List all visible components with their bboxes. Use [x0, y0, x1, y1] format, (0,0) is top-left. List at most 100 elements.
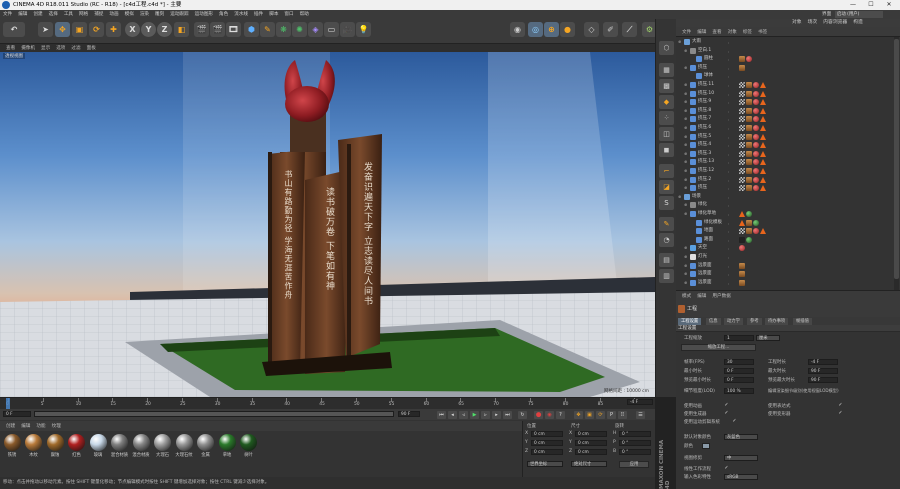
tri-tag-icon[interactable]	[760, 142, 766, 149]
material-swatch[interactable]: 红色	[68, 434, 86, 464]
expand-icon[interactable]: ⊕	[684, 253, 688, 259]
visibility-dots[interactable]: :	[728, 211, 732, 217]
object-manager-tab[interactable]: 内容浏览器	[823, 20, 847, 25]
object-row[interactable]: 地面:	[676, 227, 886, 235]
menu-item[interactable]: 窗口	[281, 10, 296, 19]
menu-item[interactable]: 运动跟踪	[167, 10, 191, 19]
sphere-tag-icon[interactable]	[753, 168, 759, 174]
wood-tag-icon[interactable]	[746, 90, 752, 97]
recent-tool-button[interactable]: ✚	[106, 22, 121, 37]
apply-button[interactable]: 应用	[619, 461, 649, 468]
use-generators-checkbox[interactable]: ✓	[724, 411, 729, 416]
sphere-tag-icon[interactable]	[753, 185, 759, 192]
object-manager-tab[interactable]: 场次	[808, 20, 818, 25]
visibility-dots[interactable]: :	[728, 185, 732, 191]
axis-lock-button[interactable]: ⊕	[544, 22, 559, 37]
play-button[interactable]: ▶	[470, 411, 479, 419]
tri-tag-icon[interactable]	[760, 99, 766, 106]
check-tag-icon[interactable]	[739, 150, 745, 157]
coord-field[interactable]: 0 cm	[531, 449, 563, 455]
make-editable-button[interactable]: ⬡	[659, 41, 674, 55]
visibility-dots[interactable]: :	[728, 263, 732, 269]
coord-field[interactable]: 0 °	[619, 431, 651, 437]
wood-tag-icon[interactable]	[739, 56, 745, 63]
tri-tag-icon[interactable]	[760, 133, 766, 140]
green-tag-icon[interactable]	[753, 219, 759, 226]
expand-icon[interactable]: ⊕	[684, 158, 688, 164]
workplane-button[interactable]: ◎	[528, 22, 543, 37]
tri-tag-icon[interactable]	[739, 219, 745, 226]
expand-icon[interactable]	[690, 55, 694, 61]
check-tag-icon[interactable]	[739, 159, 745, 166]
tri-tag-icon[interactable]	[760, 168, 766, 174]
visibility-dots[interactable]: :	[728, 254, 732, 260]
wood-tag-icon[interactable]	[746, 125, 752, 131]
material-swatch[interactable]: 混合材质	[132, 434, 150, 464]
linear-workflow-checkbox[interactable]: ✓	[724, 466, 729, 471]
sphere-tag-icon[interactable]	[753, 133, 759, 140]
key-param-button[interactable]: P	[607, 411, 616, 419]
snapping-button[interactable]: S	[659, 196, 674, 210]
material-swatch[interactable]: 混合材质	[111, 434, 129, 464]
expand-icon[interactable]: ⊕	[684, 90, 688, 96]
render-settings-button[interactable]: 🎞	[226, 22, 241, 37]
wood-tag-icon[interactable]	[739, 279, 745, 286]
object-row[interactable]: ⊕ 挤压.3:	[676, 150, 886, 158]
grid-floor-button[interactable]: ▤	[659, 253, 674, 267]
material-swatch[interactable]: 玻璃	[89, 434, 107, 464]
dark-tag-icon[interactable]	[739, 236, 745, 243]
object-row[interactable]: ⊕ 大雨:	[676, 38, 886, 46]
menu-item[interactable]: 工具	[61, 10, 76, 19]
object-color-select[interactable]: 灰蓝色	[724, 434, 758, 440]
coord-field[interactable]: 0 cm	[531, 440, 563, 446]
material-swatch[interactable]: 大理石	[154, 434, 172, 464]
tri-tag-icon[interactable]	[760, 228, 766, 235]
object-row[interactable]: ⊕ 挤压.2:	[676, 176, 886, 184]
sphere-tag-icon[interactable]	[753, 82, 759, 88]
prev-key-button[interactable]: ◂	[448, 411, 457, 419]
visibility-dots[interactable]: :	[728, 168, 732, 174]
object-row[interactable]: 球体:	[676, 72, 886, 80]
expand-icon[interactable]: ⊕	[684, 210, 688, 216]
expand-icon[interactable]	[690, 236, 694, 242]
prev-frame-button[interactable]: ◃	[459, 411, 468, 419]
visibility-dots[interactable]: :	[728, 82, 732, 88]
object-tree-scrollbar[interactable]	[894, 37, 899, 290]
check-tag-icon[interactable]	[739, 107, 745, 114]
object-row[interactable]: ⊕ 空白.1:	[676, 47, 886, 55]
cube-button[interactable]: ⬢	[244, 22, 259, 37]
wood-tag-icon[interactable]	[746, 133, 752, 140]
visibility-dots[interactable]: :	[728, 280, 732, 286]
visibility-dots[interactable]: :	[728, 220, 732, 226]
coord-field[interactable]: 0 cm	[575, 431, 607, 437]
menu-item[interactable]: 渲染	[137, 10, 152, 19]
coord-field[interactable]: 0 °	[619, 449, 651, 455]
expand-icon[interactable]: ⊕	[678, 193, 682, 199]
wood-tag-icon[interactable]	[739, 271, 745, 278]
color-profile-select[interactable]: sRGB	[724, 474, 758, 480]
check-tag-icon[interactable]	[739, 168, 745, 174]
soft-selection-button[interactable]: ●	[560, 22, 575, 37]
scale-tool-button[interactable]: ▣	[72, 22, 87, 37]
expand-icon[interactable]: ⊕	[684, 176, 688, 182]
attribute-subtab[interactable]: 工程设置	[678, 318, 702, 325]
y-axis-button[interactable]: Y	[141, 22, 156, 37]
menu-item[interactable]: 模拟	[122, 10, 137, 19]
expand-icon[interactable]: ⊕	[684, 201, 688, 207]
object-row[interactable]: ⊕ 场景:	[676, 193, 886, 201]
attribute-subtab[interactable]: 帧插值	[793, 318, 812, 325]
timeline-ruler[interactable]: 051015202530354045505560657075808590	[0, 397, 655, 410]
lock-workplane-button[interactable]: ◔	[659, 233, 674, 247]
undo-button[interactable]: ↶	[3, 22, 25, 37]
coord-field[interactable]: 0 cm	[575, 440, 607, 446]
object-row[interactable]: ⊕ 挤压.8:	[676, 107, 886, 115]
material-swatch[interactable]: 草地	[218, 434, 236, 464]
sphere-tag-icon[interactable]	[753, 159, 759, 166]
expand-icon[interactable]: ⊕	[684, 262, 688, 268]
expand-icon[interactable]: ⊕	[684, 244, 688, 250]
key-position-button[interactable]: ✥	[574, 411, 583, 419]
scene-button[interactable]: ▭	[324, 22, 339, 37]
perspective-viewport[interactable]: 书山有路勤为径 学海无涯苦作舟 读书破万卷 下笔如有神 发奋识遍天下字 立志读尽…	[0, 52, 655, 397]
visibility-dots[interactable]: :	[728, 65, 732, 71]
tri-tag-icon[interactable]	[760, 82, 766, 88]
